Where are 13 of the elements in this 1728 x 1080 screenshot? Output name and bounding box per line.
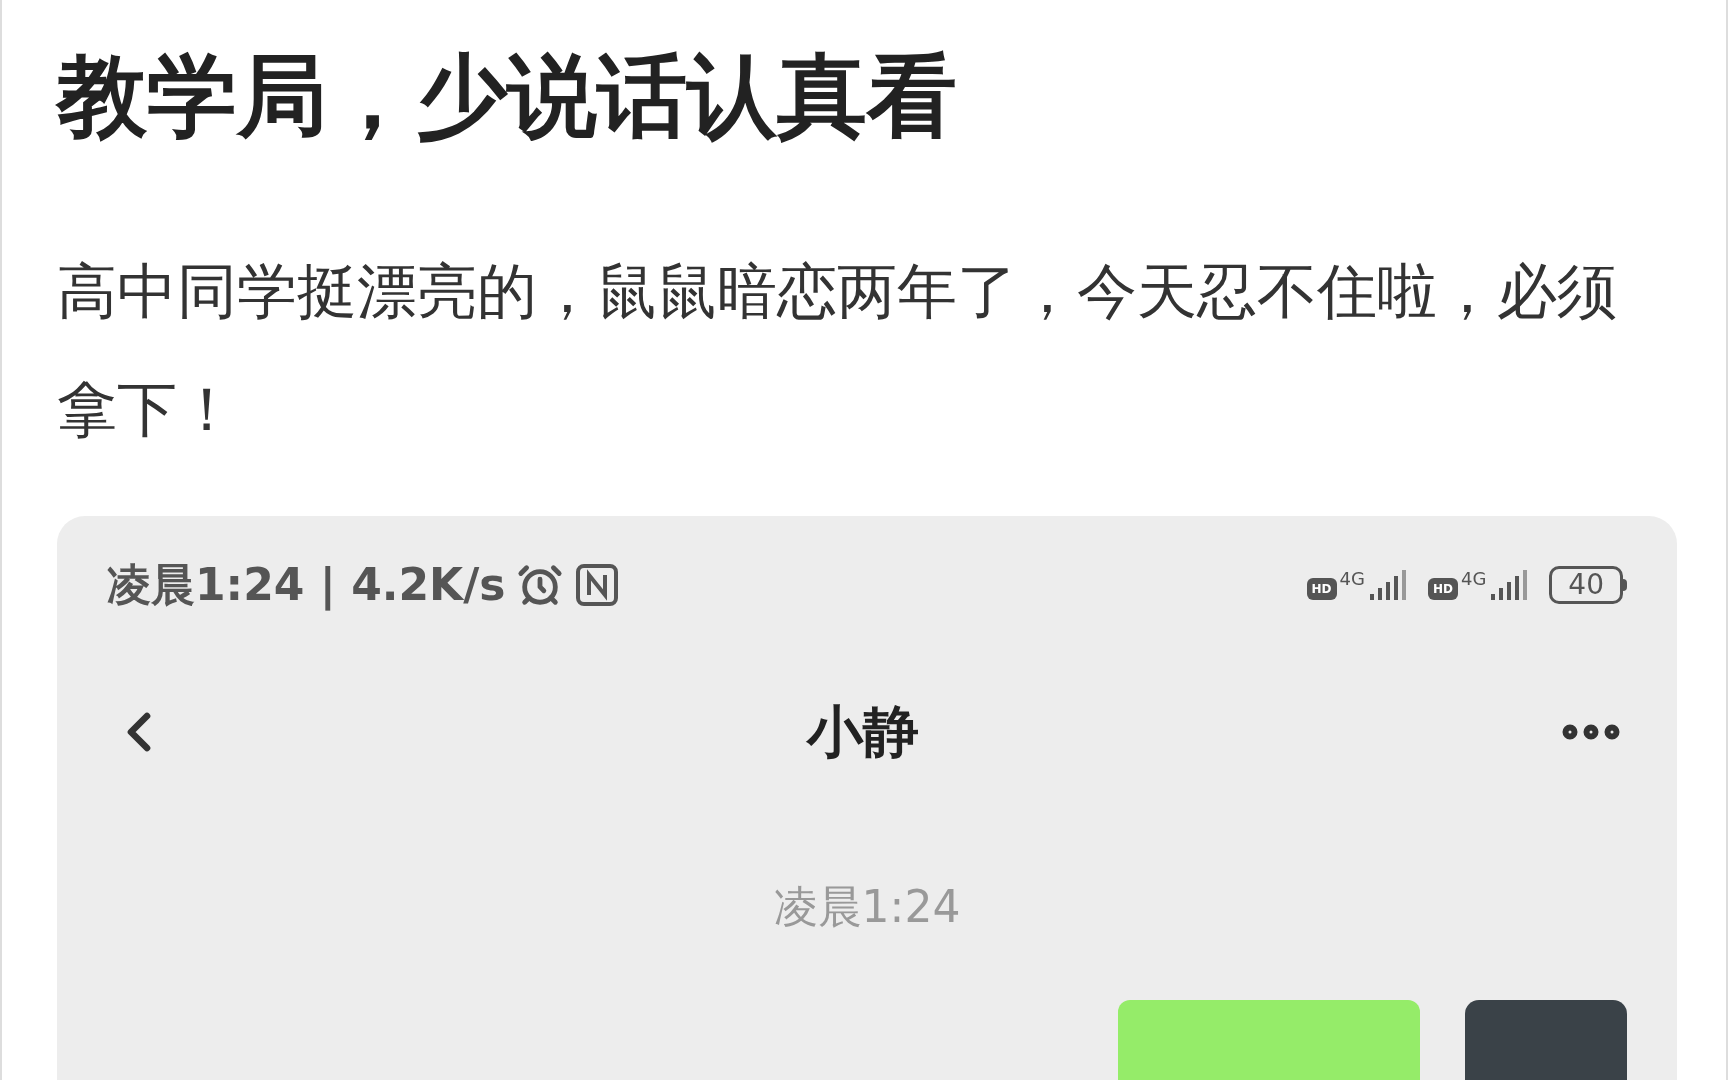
message-timestamp: 凌晨1:24 [773,880,961,934]
hd-icon: HD [1306,578,1337,600]
post-body: 高中同学挺漂亮的，鼠鼠暗恋两年了，今天忍不住啦，必须拿下！ [57,255,1618,446]
network-type-label: 4G [1460,570,1487,588]
alarm-icon [517,562,564,608]
signal-icon [1489,570,1530,600]
signal-icon [1367,570,1408,600]
contact-name: 小静 [807,698,919,766]
status-time: 凌晨1:24 | 4.2K/s [107,558,506,613]
post-title: 教学局，少说话认真看 [57,42,958,150]
hd-icon: HD [1427,578,1458,600]
network-type-label: 4G [1339,570,1365,588]
nfc-icon [575,563,620,607]
